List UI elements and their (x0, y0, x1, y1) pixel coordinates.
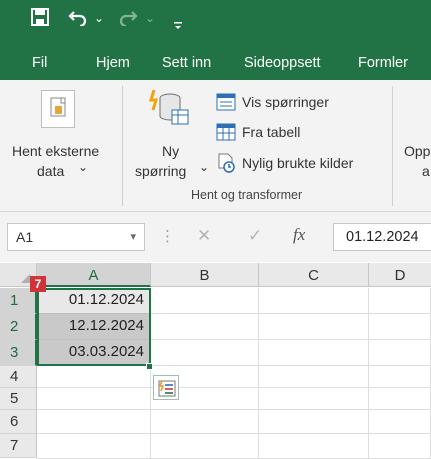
cell-c1[interactable] (259, 288, 369, 314)
cell-a2-value: 12.12.2024 (68, 317, 144, 334)
recent-sources-icon (216, 153, 236, 178)
column-header-d[interactable]: D (369, 263, 431, 287)
column-header-b[interactable]: B (151, 263, 259, 287)
tab-hjem[interactable]: Hjem (96, 36, 130, 80)
row-header-5[interactable]: 5 (0, 388, 37, 410)
name-box-value: A1 (16, 229, 34, 245)
formula-input[interactable]: 01.12.2024 (333, 223, 431, 251)
tab-sideoppsett[interactable]: Sideoppsett (244, 36, 321, 80)
quick-analysis-button[interactable] (153, 375, 179, 400)
cell-d6[interactable] (369, 410, 431, 434)
cell-c7[interactable] (259, 434, 369, 459)
cell-b3[interactable] (151, 340, 259, 366)
cell-a3[interactable]: 03.03.2024 (37, 340, 151, 366)
cell-d4[interactable] (369, 366, 431, 388)
cell-d3[interactable] (369, 340, 431, 366)
recent-sources-button[interactable]: Nylig brukte kilder (216, 152, 386, 174)
get-transform-group-label: Hent og transformer (191, 188, 303, 202)
new-query-button[interactable]: Ny spørring ⌄ (128, 86, 210, 182)
cell-a6[interactable] (37, 410, 151, 434)
redo-icon (118, 8, 138, 30)
tab-sett-inn[interactable]: Sett inn (162, 36, 211, 80)
ribbon-panel: Hent eksterne data ⌄ Ny spørring ⌄ Vis s… (0, 80, 431, 212)
partial-ribbon-label[interactable]: Opp (404, 142, 430, 160)
row-header-7[interactable]: 7 (0, 434, 37, 458)
undo-icon[interactable] (68, 8, 88, 30)
cell-a1[interactable]: 01.12.2024 (37, 288, 151, 314)
row-header-3[interactable]: 3 (0, 340, 37, 366)
from-table-icon (216, 123, 236, 146)
fill-handle[interactable] (146, 363, 153, 370)
cell-b2[interactable] (151, 314, 259, 340)
insert-function-icon[interactable]: fx (293, 225, 305, 245)
formula-bar: A1 ▾ ⋮ ✕ ✓ fx 01.12.2024 (0, 212, 431, 262)
worksheet-grid: A B C D 1 2 3 4 5 6 7 01.12.2024 12.12.2… (0, 263, 431, 459)
get-external-data-button[interactable]: Hent eksterne data ⌄ (8, 86, 116, 182)
show-queries-button[interactable]: Vis spørringer (216, 92, 376, 114)
redo-dropdown-icon: ⌄ (145, 11, 156, 25)
save-icon[interactable] (31, 8, 49, 30)
show-queries-label: Vis spørringer (242, 94, 329, 110)
column-header-a[interactable]: A (37, 263, 151, 287)
chevron-down-icon: ⌄ (199, 160, 210, 174)
step-badge: 7 (30, 276, 46, 292)
formula-content: 01.12.2024 (346, 229, 419, 245)
quick-analysis-icon (158, 379, 176, 402)
from-table-label: Fra tabell (242, 124, 301, 140)
cell-a3-value: 03.03.2024 (68, 343, 144, 360)
cell-a1-value: 01.12.2024 (68, 291, 144, 308)
enter-icon[interactable]: ✓ (248, 226, 262, 246)
cell-c3[interactable] (259, 340, 369, 366)
tab-fil[interactable]: Fil (32, 36, 47, 80)
new-query-label-2: spørring (135, 163, 187, 179)
cell-b6[interactable] (151, 410, 259, 434)
ribbon-separator (392, 86, 393, 206)
row-header-2[interactable]: 2 (0, 314, 37, 340)
external-data-icon (41, 90, 75, 128)
new-query-icon (148, 88, 192, 130)
row-header-4[interactable]: 4 (0, 366, 37, 388)
ribbon-tabs: Fil Hjem Sett inn Sideoppsett Formler (0, 36, 431, 80)
column-header-c[interactable]: C (259, 263, 369, 287)
cell-d7[interactable] (369, 434, 431, 459)
cell-c5[interactable] (259, 388, 369, 410)
name-box[interactable]: A1 ▾ (7, 223, 145, 251)
cell-d1[interactable] (369, 288, 431, 314)
cell-c6[interactable] (259, 410, 369, 434)
get-external-data-label-2: data (37, 163, 65, 179)
cell-b1[interactable] (151, 288, 259, 314)
cancel-icon[interactable]: ✕ (197, 226, 211, 246)
cell-d2[interactable] (369, 314, 431, 340)
tab-formler[interactable]: Formler (358, 36, 408, 80)
cell-a5[interactable] (37, 388, 151, 410)
chevron-down-icon: ⌄ (78, 160, 89, 174)
row-header-6[interactable]: 6 (0, 410, 37, 434)
quick-access-toolbar: ⌄ ⌄ (0, 0, 431, 36)
recent-sources-label: Nylig brukte kilder (242, 155, 354, 171)
new-query-label: Ny (162, 143, 180, 159)
cell-a7[interactable] (37, 434, 151, 459)
cell-b7[interactable] (151, 434, 259, 459)
cell-c2[interactable] (259, 314, 369, 340)
customize-qat-icon[interactable] (174, 14, 182, 34)
cell-d5[interactable] (369, 388, 431, 410)
cell-c4[interactable] (259, 366, 369, 388)
cell-a2[interactable]: 12.12.2024 (37, 314, 151, 340)
undo-dropdown-icon[interactable]: ⌄ (94, 8, 104, 28)
chevron-down-icon[interactable]: ▾ (130, 230, 136, 243)
cell-a4[interactable] (37, 366, 151, 388)
formula-bar-grip-icon: ⋮ (160, 228, 175, 245)
partial-ribbon-label-2: a (422, 163, 430, 179)
from-table-button[interactable]: Fra tabell (216, 122, 376, 144)
show-queries-icon (216, 93, 236, 116)
ribbon-separator (122, 86, 123, 206)
